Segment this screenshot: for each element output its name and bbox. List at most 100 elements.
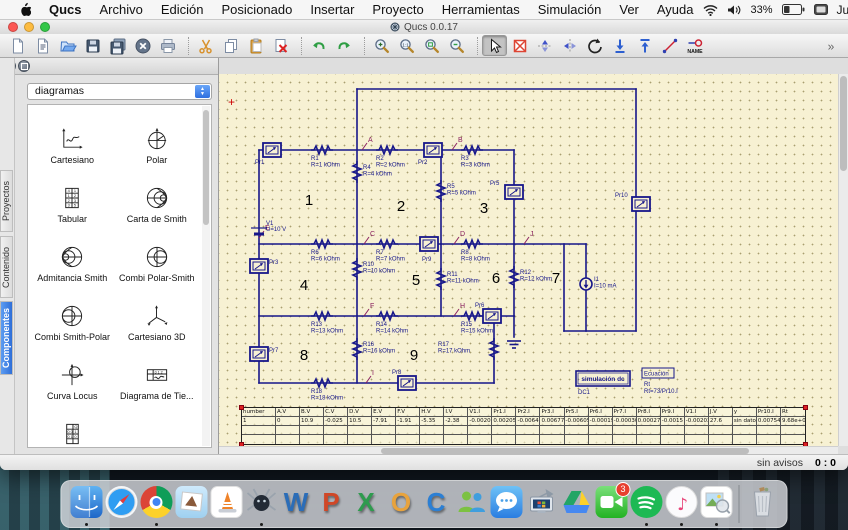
dock-trash-icon[interactable] [745,483,780,525]
component-item-admitancia-smith[interactable]: Admitancia Smith [30,227,115,286]
ground-symbol[interactable] [507,341,521,348]
zoom-fit-button[interactable] [419,35,444,56]
dock-spotify-icon[interactable] [629,483,664,525]
dock-messenger-icon[interactable] [454,483,489,525]
copy-button[interactable] [218,35,243,56]
deactivate-component-button[interactable] [507,35,532,56]
volume-icon[interactable] [727,4,742,16]
dc-simulation-box[interactable]: simulación dcDC1 [576,371,630,396]
menu-edici-n[interactable]: Edición [152,0,213,20]
component-item-cartesiano[interactable]: Cartesiano [30,109,115,168]
schematic-canvas[interactable]: R1R=1 kOhmR2R=2 kOhmR3R=3 kOhmR4R=4 kOhm… [219,74,838,446]
dock-vlc-icon[interactable] [209,483,244,525]
rotate-button[interactable] [582,35,607,56]
select-stepper-icon[interactable]: ▲▼ [195,85,210,98]
delete-button[interactable] [268,35,293,56]
resistor-R5[interactable]: R5R=5 kOhm [437,180,476,202]
result-table[interactable]: numberA.VB.VC.VD.VE.VF.VH.VI.VV1.IPr1.IP… [241,407,806,445]
open-document-button[interactable] [55,35,80,56]
select-pointer-button[interactable] [482,35,507,56]
node-label-F[interactable]: F [364,303,374,316]
apple-menu-icon[interactable] [10,2,40,17]
probe-Pr9[interactable]: Pr9 [420,237,438,263]
menu-qucs[interactable]: Qucs [40,0,91,20]
component-item-tabular[interactable]: 41122335Tabular [30,168,115,227]
sidebar-tab-contenido[interactable]: Contenido [0,236,13,298]
menu-posicionado[interactable]: Posicionado [213,0,302,20]
menu-simulaci-n[interactable]: Simulación [529,0,611,20]
dock-chrome-icon[interactable] [139,483,174,525]
node-label-B[interactable]: B [452,137,463,150]
redo-button[interactable] [331,35,356,56]
dock-spider-app-icon[interactable] [244,483,279,525]
save-all-button[interactable] [105,35,130,56]
print-button[interactable] [155,35,180,56]
wifi-icon[interactable] [703,4,718,16]
mesh-number-6[interactable]: 6 [492,270,500,287]
input-menu-icon[interactable] [814,4,828,15]
zoom-out-button[interactable] [444,35,469,56]
component-item-cartesiano-3d[interactable]: Cartesiano 3D [115,286,200,345]
save-button[interactable] [80,35,105,56]
panel-float-button[interactable] [18,60,30,72]
paste-button[interactable] [243,35,268,56]
undo-button[interactable] [306,35,331,56]
resistor-R16[interactable]: R16R=16 kOhm [353,338,395,360]
menubar-clock[interactable]: Jue 16:14 [837,3,848,17]
vertical-scrollbar[interactable] [838,74,848,446]
component-category-select[interactable]: diagramas ▲▼ [27,83,212,100]
close-button[interactable] [130,35,155,56]
dock-finder-icon[interactable] [69,483,104,525]
node-label-H[interactable]: H [454,303,465,316]
menu-archivo[interactable]: Archivo [91,0,152,20]
menu-proyecto[interactable]: Proyecto [363,0,432,20]
push-into-subcircuit-button[interactable] [607,35,632,56]
zoom-in-button[interactable] [369,35,394,56]
mesh-number-5[interactable]: 5 [412,272,420,289]
battery-percent[interactable]: 33% [751,4,773,16]
probe-Pr7[interactable]: Pr7 [250,347,279,361]
probe-Pr3[interactable]: Pr3 [250,259,279,273]
dock-excel-icon[interactable]: X [349,483,384,525]
mesh-number-3[interactable]: 3 [480,200,488,217]
toolbar-overflow-button[interactable]: » [818,35,843,56]
mesh-number-4[interactable]: 4 [300,277,308,294]
node-label-C[interactable]: C [364,231,375,244]
node-label-A[interactable]: A [362,137,373,150]
insert-wire-label-button[interactable]: NAME [682,35,707,56]
dock-itunes-icon[interactable]: ♪ [664,483,699,525]
minimize-window-button[interactable] [24,22,34,32]
component-item-diagrama-de-tie-[interactable]: 0 1 2Diagrama de Tie... [115,345,200,404]
probe-Pr10[interactable]: Pr10 [615,193,650,211]
new-schematic-button[interactable] [5,35,30,56]
dock-word-icon[interactable]: W [279,483,314,525]
component-item-polar[interactable]: Polar [115,109,200,168]
component-item-combi-smith-polar[interactable]: Combi Smith-Polar [30,286,115,345]
dock-remote-desktop-icon[interactable] [524,483,559,525]
dock-messages-icon[interactable] [489,483,524,525]
dock-safari-icon[interactable] [104,483,139,525]
voltage-source-V1[interactable]: V1U=10 V [251,221,286,234]
menu-ver[interactable]: Ver [610,0,648,20]
pop-out-button[interactable] [632,35,657,56]
sidebar-scrollbar[interactable] [202,106,210,446]
close-window-button[interactable] [8,22,18,32]
dock-outlook-icon[interactable]: O [384,483,419,525]
component-item-curva-locus[interactable]: Curva Locus [30,345,115,404]
resistor-R11[interactable]: R11R=11 kOhm [437,268,479,290]
dock-powerpoint-icon[interactable]: P [314,483,349,525]
node-label-I[interactable]: I [366,370,374,383]
battery-icon[interactable] [782,4,805,15]
node-label-J[interactable]: J [524,231,534,244]
dock-mail-icon[interactable] [174,483,209,525]
component-item-tabla-de-verdad[interactable]: Q0 010 10Tabla de Verdad [30,404,115,448]
probe-Pr8[interactable]: Pr8 [392,370,416,390]
cut-button[interactable] [193,35,218,56]
sidebar-tab-proyectos[interactable]: Proyectos [0,170,13,232]
table-handle[interactable] [239,405,244,410]
probe-Pr5[interactable]: Pr5 [490,181,523,199]
table-handle[interactable] [803,405,808,410]
sidebar-tab-componentes[interactable]: Componentes [0,301,13,375]
probe-Pr2[interactable]: Pr2 [418,143,442,166]
component-item-combi-polar-smith[interactable]: Combi Polar-Smith [115,227,200,286]
